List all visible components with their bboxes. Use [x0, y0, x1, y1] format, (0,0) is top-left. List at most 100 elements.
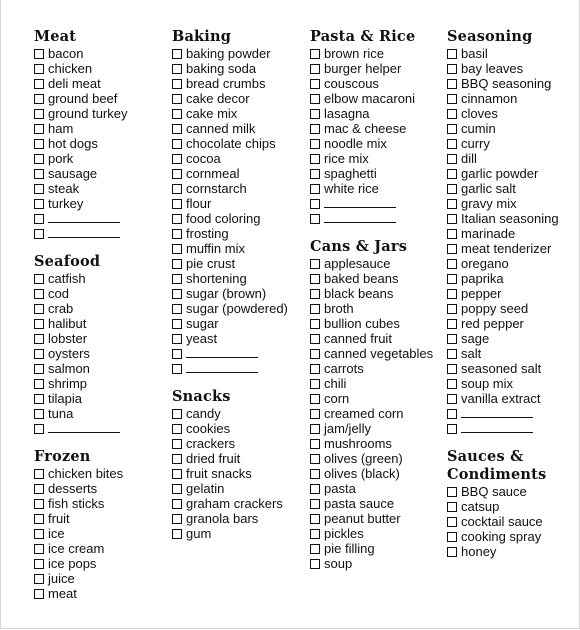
checkbox-icon[interactable] [34, 228, 44, 239]
checkbox-icon[interactable] [310, 273, 320, 284]
checkbox-icon[interactable] [172, 198, 182, 209]
checkbox-icon[interactable] [172, 423, 182, 434]
checkbox-icon[interactable] [34, 393, 44, 404]
checkbox-icon[interactable] [310, 198, 320, 209]
checkbox-icon[interactable] [310, 378, 320, 389]
checkbox-icon[interactable] [447, 486, 457, 497]
checkbox-icon[interactable] [34, 78, 44, 89]
checkbox-icon[interactable] [34, 333, 44, 344]
checkbox-icon[interactable] [172, 498, 182, 509]
write-in-line[interactable] [324, 212, 396, 223]
checkbox-icon[interactable] [310, 453, 320, 464]
checkbox-icon[interactable] [172, 48, 182, 59]
checkbox-icon[interactable] [34, 483, 44, 494]
write-in-line[interactable] [48, 422, 120, 433]
checkbox-icon[interactable] [447, 78, 457, 89]
write-in-line[interactable] [186, 347, 258, 358]
checkbox-icon[interactable] [172, 303, 182, 314]
checkbox-icon[interactable] [447, 531, 457, 542]
checkbox-icon[interactable] [34, 93, 44, 104]
checkbox-icon[interactable] [172, 318, 182, 329]
checkbox-icon[interactable] [34, 588, 44, 599]
checkbox-icon[interactable] [310, 183, 320, 194]
checkbox-icon[interactable] [310, 408, 320, 419]
checkbox-icon[interactable] [34, 318, 44, 329]
checkbox-icon[interactable] [447, 303, 457, 314]
checkbox-icon[interactable] [172, 348, 182, 359]
checkbox-icon[interactable] [34, 408, 44, 419]
checkbox-icon[interactable] [34, 528, 44, 539]
checkbox-icon[interactable] [34, 543, 44, 554]
checkbox-icon[interactable] [310, 288, 320, 299]
checkbox-icon[interactable] [34, 363, 44, 374]
checkbox-icon[interactable] [34, 183, 44, 194]
checkbox-icon[interactable] [172, 408, 182, 419]
checkbox-icon[interactable] [172, 453, 182, 464]
checkbox-icon[interactable] [447, 63, 457, 74]
checkbox-icon[interactable] [172, 228, 182, 239]
checkbox-icon[interactable] [310, 153, 320, 164]
checkbox-icon[interactable] [310, 138, 320, 149]
checkbox-icon[interactable] [447, 378, 457, 389]
checkbox-icon[interactable] [447, 123, 457, 134]
checkbox-icon[interactable] [172, 363, 182, 374]
checkbox-icon[interactable] [310, 63, 320, 74]
checkbox-icon[interactable] [447, 348, 457, 359]
write-in-line[interactable] [186, 362, 258, 373]
checkbox-icon[interactable] [310, 483, 320, 494]
checkbox-icon[interactable] [447, 516, 457, 527]
checkbox-icon[interactable] [310, 168, 320, 179]
checkbox-icon[interactable] [310, 108, 320, 119]
checkbox-icon[interactable] [172, 333, 182, 344]
checkbox-icon[interactable] [34, 198, 44, 209]
checkbox-icon[interactable] [310, 333, 320, 344]
checkbox-icon[interactable] [310, 123, 320, 134]
checkbox-icon[interactable] [34, 423, 44, 434]
checkbox-icon[interactable] [447, 228, 457, 239]
checkbox-icon[interactable] [34, 498, 44, 509]
checkbox-icon[interactable] [447, 48, 457, 59]
checkbox-icon[interactable] [34, 153, 44, 164]
checkbox-icon[interactable] [172, 528, 182, 539]
checkbox-icon[interactable] [310, 48, 320, 59]
checkbox-icon[interactable] [310, 348, 320, 359]
checkbox-icon[interactable] [447, 153, 457, 164]
checkbox-icon[interactable] [172, 243, 182, 254]
checkbox-icon[interactable] [447, 423, 457, 434]
checkbox-icon[interactable] [447, 198, 457, 209]
write-in-line[interactable] [461, 407, 533, 418]
checkbox-icon[interactable] [310, 513, 320, 524]
checkbox-icon[interactable] [172, 138, 182, 149]
checkbox-icon[interactable] [172, 183, 182, 194]
checkbox-icon[interactable] [310, 543, 320, 554]
checkbox-icon[interactable] [310, 213, 320, 224]
checkbox-icon[interactable] [34, 63, 44, 74]
checkbox-icon[interactable] [172, 93, 182, 104]
write-in-line[interactable] [48, 227, 120, 238]
checkbox-icon[interactable] [310, 528, 320, 539]
checkbox-icon[interactable] [34, 303, 44, 314]
checkbox-icon[interactable] [310, 258, 320, 269]
checkbox-icon[interactable] [172, 78, 182, 89]
checkbox-icon[interactable] [447, 363, 457, 374]
checkbox-icon[interactable] [447, 408, 457, 419]
checkbox-icon[interactable] [34, 168, 44, 179]
checkbox-icon[interactable] [172, 63, 182, 74]
checkbox-icon[interactable] [172, 483, 182, 494]
checkbox-icon[interactable] [447, 333, 457, 344]
checkbox-icon[interactable] [34, 48, 44, 59]
checkbox-icon[interactable] [172, 108, 182, 119]
checkbox-icon[interactable] [447, 108, 457, 119]
checkbox-icon[interactable] [172, 468, 182, 479]
checkbox-icon[interactable] [310, 363, 320, 374]
checkbox-icon[interactable] [172, 288, 182, 299]
checkbox-icon[interactable] [34, 213, 44, 224]
checkbox-icon[interactable] [447, 273, 457, 284]
write-in-line[interactable] [324, 197, 396, 208]
checkbox-icon[interactable] [310, 498, 320, 509]
checkbox-icon[interactable] [447, 93, 457, 104]
checkbox-icon[interactable] [172, 153, 182, 164]
checkbox-icon[interactable] [34, 378, 44, 389]
checkbox-icon[interactable] [172, 213, 182, 224]
checkbox-icon[interactable] [172, 513, 182, 524]
